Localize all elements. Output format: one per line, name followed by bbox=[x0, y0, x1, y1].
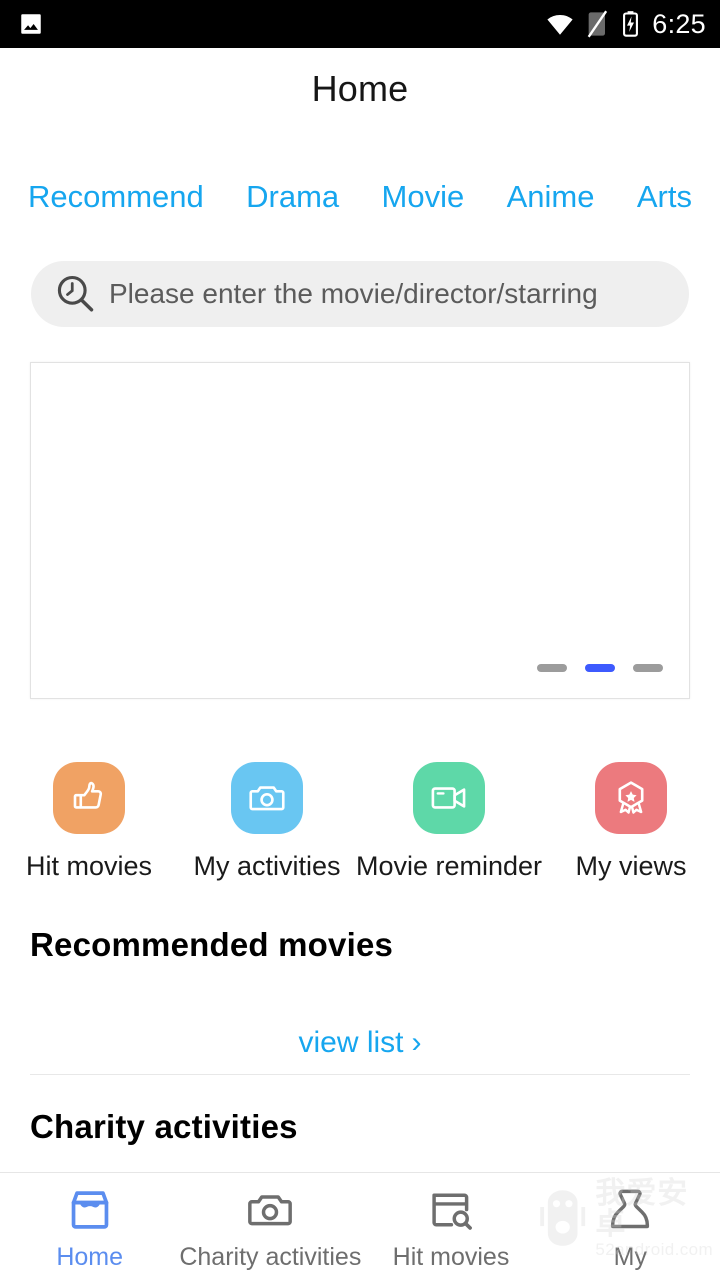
nav-item-hit-movies[interactable]: Hit movies bbox=[361, 1173, 540, 1270]
quick-action-label: Movie reminder bbox=[355, 851, 543, 881]
nav-label: Charity activities bbox=[179, 1243, 362, 1271]
store-box-icon bbox=[71, 1191, 108, 1229]
nav-item-charity-activities[interactable]: Charity activities bbox=[179, 1173, 361, 1270]
thumbs-up-icon bbox=[73, 781, 103, 809]
person-icon bbox=[611, 1189, 650, 1229]
bottom-navigation-bar: Home Charity activities Hit movies My bbox=[0, 1172, 720, 1280]
signal-off-icon bbox=[587, 10, 608, 38]
camera-icon bbox=[249, 786, 285, 811]
wifi-icon bbox=[547, 14, 573, 35]
quick-action-icon-bg bbox=[413, 762, 485, 834]
carousel-indicator bbox=[537, 664, 663, 672]
gallery-image-icon bbox=[21, 14, 41, 34]
battery-charging-icon bbox=[623, 11, 639, 37]
medal-badge-icon bbox=[618, 781, 644, 814]
section-heading-recommended-movies: Recommended movies bbox=[30, 926, 394, 963]
search-input-placeholder[interactable]: Please enter the movie/director/starring bbox=[109, 280, 598, 308]
tab-arts[interactable]: Arts bbox=[637, 181, 692, 212]
search-bar[interactable]: Please enter the movie/director/starring bbox=[31, 261, 689, 327]
category-tab-bar: Recommend Drama Movie Anime Arts bbox=[0, 172, 720, 220]
nav-item-my[interactable]: My bbox=[541, 1173, 720, 1270]
quick-action-my-activities[interactable]: My activities bbox=[178, 762, 356, 880]
status-bar: 6:25 bbox=[0, 0, 720, 48]
status-bar-clock: 6:25 bbox=[652, 8, 706, 39]
chevron-right-icon: › bbox=[411, 1026, 422, 1059]
quick-action-icon-bg bbox=[52, 762, 125, 834]
quick-action-label: My activities bbox=[193, 851, 341, 881]
tab-recommend[interactable]: Recommend bbox=[28, 181, 204, 212]
status-bar-right: 6:25 bbox=[545, 10, 706, 38]
quick-action-hit-movies[interactable]: Hit movies bbox=[0, 762, 178, 880]
view-list-link[interactable]: view list › bbox=[0, 1026, 720, 1060]
quick-action-movie-reminder[interactable]: Movie reminder bbox=[356, 762, 542, 880]
app-screen: 6:25 Home Recommend Drama Movie Anime Ar… bbox=[0, 0, 720, 1280]
quick-actions-row: Hit movies My activities Movie reminder bbox=[0, 762, 720, 880]
banner-carousel[interactable] bbox=[30, 362, 690, 699]
quick-action-icon-bg bbox=[230, 762, 303, 834]
carousel-dot-2[interactable] bbox=[585, 664, 615, 672]
section-divider bbox=[30, 1074, 690, 1075]
carousel-dot-1[interactable] bbox=[537, 664, 567, 672]
camera-icon bbox=[248, 1195, 293, 1226]
tab-anime[interactable]: Anime bbox=[507, 181, 595, 212]
quick-action-my-views[interactable]: My views bbox=[542, 762, 720, 880]
quick-action-label: Hit movies bbox=[25, 851, 152, 881]
nav-item-home[interactable]: Home bbox=[0, 1173, 179, 1270]
status-bar-left bbox=[18, 11, 44, 37]
view-list-label: view list bbox=[298, 1026, 404, 1059]
quick-action-label: My views bbox=[575, 851, 687, 881]
window-search-icon bbox=[432, 1193, 472, 1230]
video-camera-icon bbox=[431, 787, 466, 809]
carousel-dot-3[interactable] bbox=[633, 664, 663, 672]
tab-movie[interactable]: Movie bbox=[382, 181, 465, 212]
tab-drama[interactable]: Drama bbox=[246, 181, 339, 212]
nav-label: Hit movies bbox=[392, 1243, 510, 1271]
quick-action-icon-bg bbox=[595, 762, 668, 834]
page-title: Home bbox=[311, 68, 409, 109]
nav-label: Home bbox=[56, 1243, 123, 1271]
section-heading-charity-activities: Charity activities bbox=[30, 1108, 298, 1145]
nav-label: My bbox=[613, 1243, 647, 1271]
search-history-icon bbox=[57, 275, 94, 312]
